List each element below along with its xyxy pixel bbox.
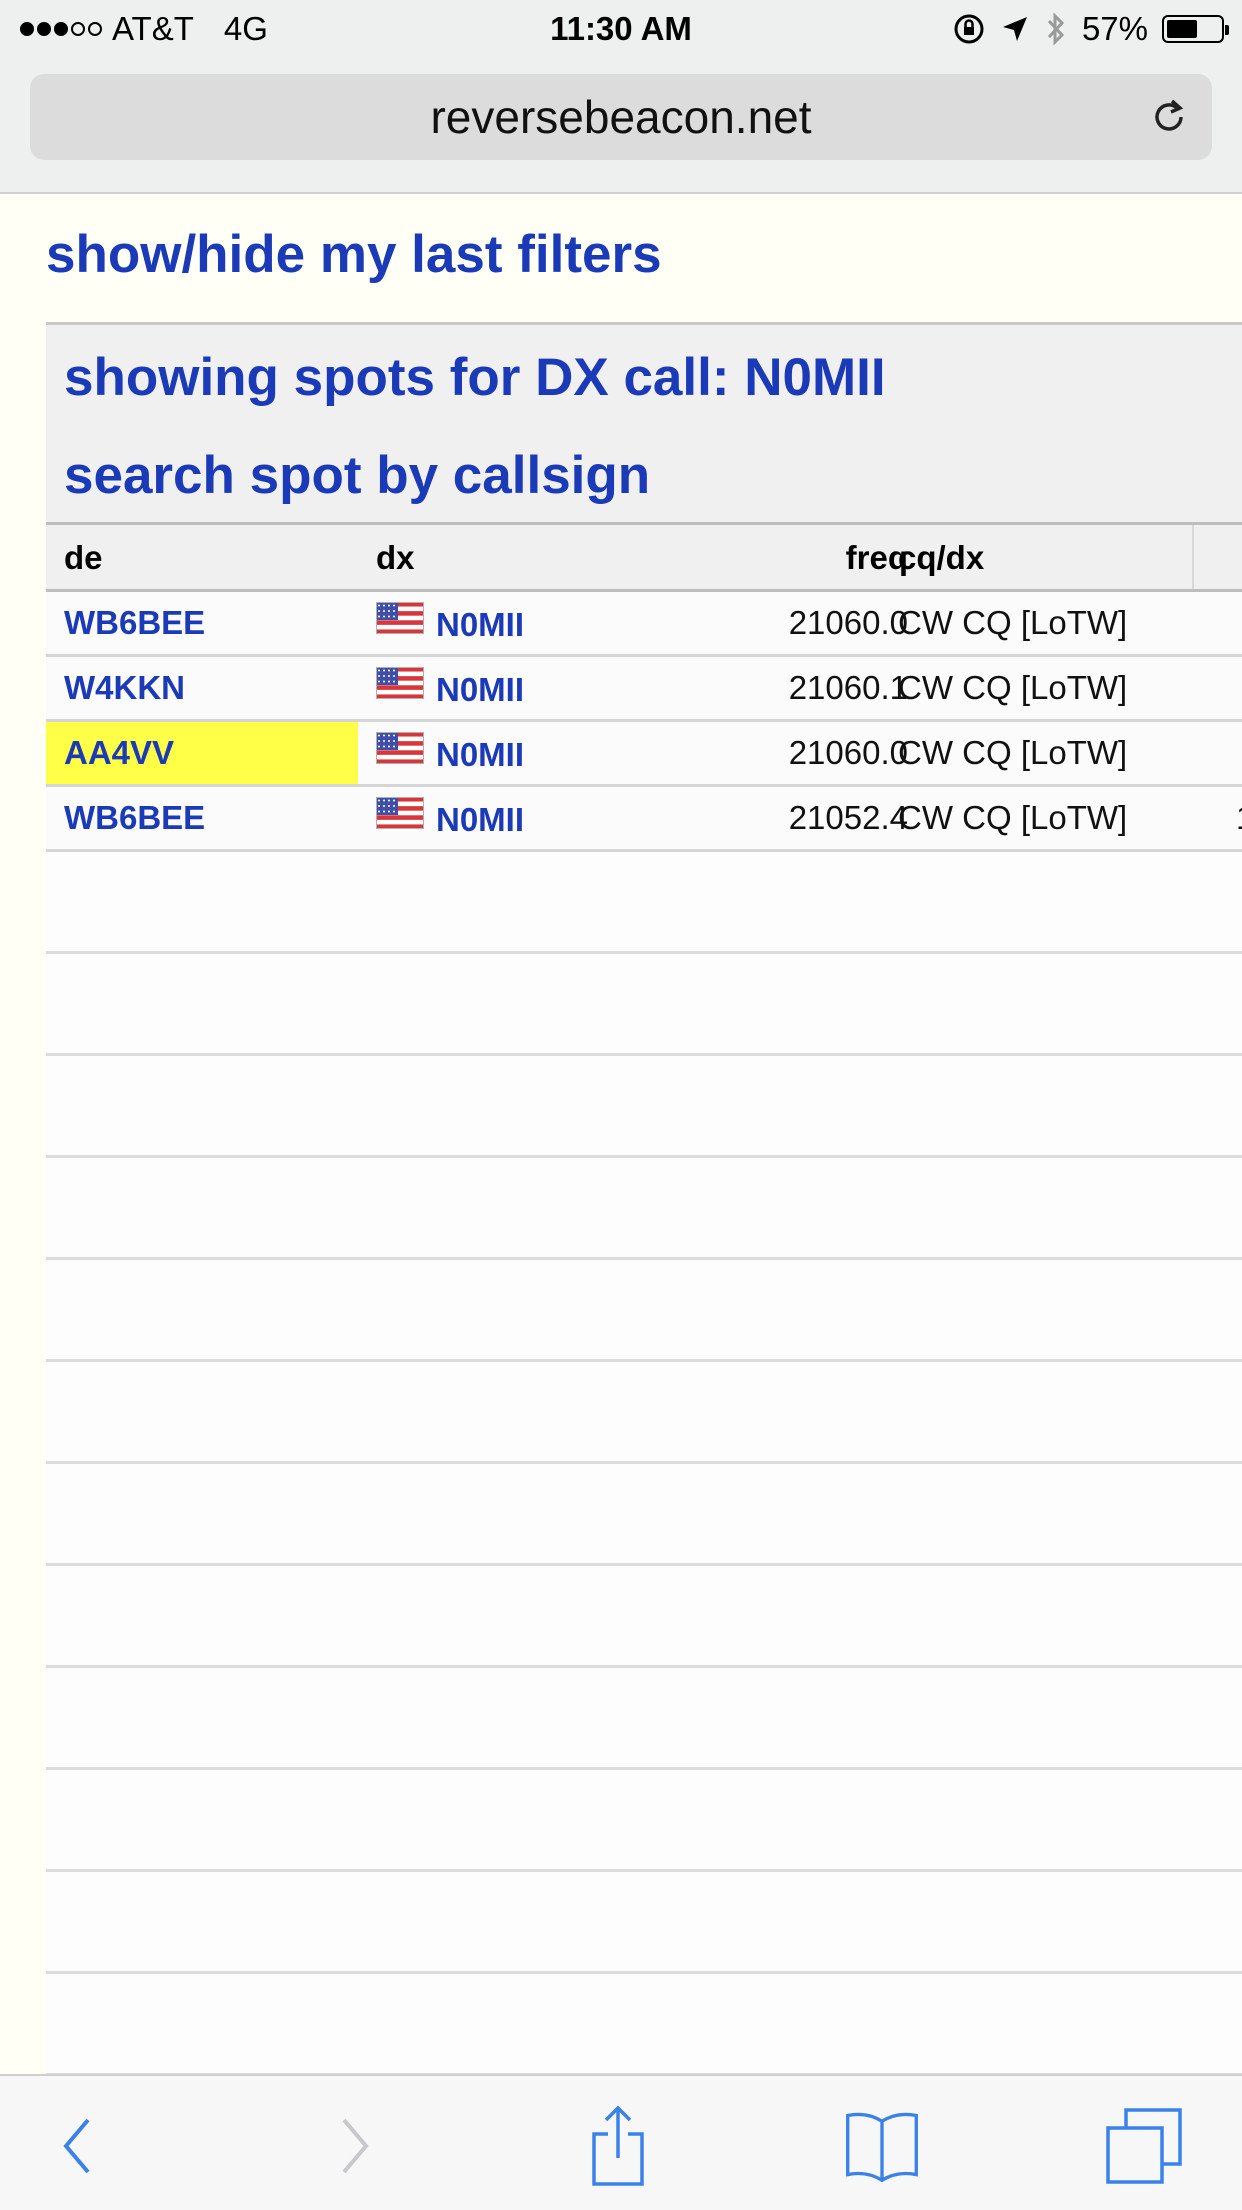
frequency: 21060.1 [788,669,908,706]
frequency: 21060.0 [788,734,908,771]
empty-table-row [46,954,1242,1056]
spotter-callsign-link[interactable]: AA4VV [46,722,358,784]
empty-table-row [46,1056,1242,1158]
empty-table-row [46,1872,1242,1974]
battery-percentage: 57% [1081,10,1148,47]
share-icon [592,2105,644,2186]
search-spot-link[interactable]: search spot by callsign [64,445,650,506]
empty-table-row [46,1260,1242,1362]
forward-button[interactable] [314,2106,394,2186]
empty-table-row [46,1668,1242,1770]
rotation-lock-icon [954,14,984,44]
us-flag-icon [376,667,424,699]
empty-table-row [46,1566,1242,1668]
tabs-button[interactable] [1104,2106,1184,2186]
empty-table-row [46,1464,1242,1566]
header-de: de [64,539,103,576]
dx-callsign-link[interactable]: N0MII [436,657,524,723]
address-bar[interactable]: reversebeacon.net [30,74,1212,160]
cq-dx-info: CW CQ [LoTW] [898,734,1128,771]
cut-off-cell: 1 [1236,787,1242,849]
empty-rows [46,852,1242,2076]
location-arrow-icon [1002,17,1027,41]
status-right-group: 57% [952,10,1229,48]
table-row: AA4VV N0MII 21060.0 CW CQ [LoTW] [46,722,1242,787]
empty-table-row [46,1770,1242,1872]
forward-icon [342,2118,369,2174]
share-button[interactable] [578,2105,658,2186]
spots-table: de dx freq cq/dx WB6BEE N0MII 21060.0 CW… [46,522,1242,2076]
bookmarks-button[interactable] [842,2106,922,2186]
back-icon [63,2118,90,2174]
us-flag-icon [376,797,424,829]
empty-table-row [46,1362,1242,1464]
show-hide-filters-link[interactable]: show/hide my last filters [46,224,662,285]
header-divider [1192,525,1194,589]
frequency: 21060.0 [788,604,908,641]
browser-toolbar [0,2074,1242,2210]
tabs-icon [1106,2108,1182,2184]
browser-address-area: reversebeacon.net [0,62,1242,194]
page-content: show/hide my last filters showing spots … [0,194,1242,2076]
table-row: WB6BEE N0MII 21060.0 CW CQ [LoTW] [46,592,1242,657]
header-dx: dx [376,539,415,576]
reload-icon[interactable] [1148,96,1190,138]
cq-dx-info: CW CQ [LoTW] [898,799,1128,836]
table-row: WB6BEE N0MII 21052.4 CW CQ [LoTW] 1 [46,787,1242,852]
spotter-callsign-link[interactable]: WB6BEE [46,787,358,849]
battery-icon [1162,15,1229,43]
dx-callsign-link[interactable]: N0MII [436,592,524,658]
spotter-callsign-link[interactable]: W4KKN [46,657,358,719]
empty-table-row [46,852,1242,954]
showing-spots-link[interactable]: showing spots for DX call: N0MII [64,347,886,408]
us-flag-icon [376,732,424,764]
empty-table-row [46,1158,1242,1260]
table-row: W4KKN N0MII 21060.1 CW CQ [LoTW] [46,657,1242,722]
frequency: 21052.4 [788,799,908,836]
spotter-callsign-link[interactable]: WB6BEE [46,592,358,654]
dx-callsign-link[interactable]: N0MII [436,722,524,788]
dx-callsign-link[interactable]: N0MII [436,787,524,853]
us-flag-icon [376,602,424,634]
bluetooth-icon [1047,12,1065,46]
back-button[interactable] [38,2106,118,2186]
empty-table-row [46,1974,1242,2076]
cq-dx-info: CW CQ [LoTW] [898,604,1128,641]
bookmarks-icon [846,2112,918,2183]
header-cqdx: cq/dx [898,539,985,576]
status-bar: AT&T 4G 11:30 AM 57% [0,0,1242,62]
table-header: de dx freq cq/dx [46,522,1242,592]
cq-dx-info: CW CQ [LoTW] [898,669,1128,706]
url-text[interactable]: reversebeacon.net [430,90,811,144]
